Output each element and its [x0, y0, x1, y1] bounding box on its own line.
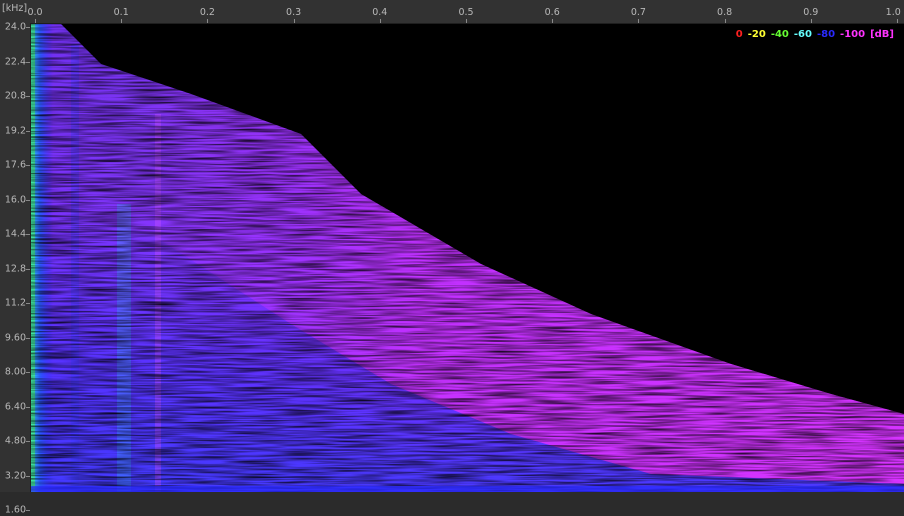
spectrogram-plot[interactable]: 0 -20 -40 -60 -80 -100 [dB]	[31, 24, 904, 492]
frequency-tick-mark	[26, 303, 30, 304]
frequency-tick-label: 24.0	[4, 21, 26, 33]
time-tick-label: 0.4	[372, 7, 388, 18]
frequency-tick-label: 20.8	[4, 90, 26, 102]
time-tick-label: 0.8	[717, 7, 733, 18]
frequency-tick-label: 4.80	[4, 435, 26, 447]
frequency-tick-label: 16.0	[4, 194, 26, 205]
frequency-tick-label: 14.4	[4, 228, 26, 240]
legend-entry: -20	[747, 29, 766, 40]
frequency-tick-label: 12.8	[4, 263, 26, 274]
frequency-tick-mark	[26, 234, 30, 235]
frequency-tick-mark	[26, 268, 30, 270]
time-tick-label: 0.2	[199, 7, 215, 18]
frequency-tick-label: 22.4	[4, 56, 26, 67]
time-tick-label: 0.7	[630, 7, 646, 18]
frequency-tick-label: 19.2	[4, 125, 26, 136]
time-tick-label: 0.1	[113, 7, 129, 18]
frequency-tick-mark	[26, 165, 30, 166]
legend-entry: [dB]	[870, 29, 894, 40]
legend-entry: -60	[793, 29, 812, 40]
spectrogram-view: [kHz] 24.0 22.4 20.8 19.2 17.6 16.0 14.4 12.8 11…	[0, 0, 904, 516]
frequency-tick-mark	[26, 199, 30, 201]
legend-entry: -80	[816, 29, 836, 40]
frequency-tick-label: 6.40	[4, 401, 26, 412]
time-tick-mark	[552, 19, 554, 23]
legend-entry: 0	[735, 29, 743, 40]
legend-entry: -100	[840, 29, 866, 40]
frequency-tick-mark	[26, 475, 30, 477]
time-tick-label: 0.6	[544, 7, 560, 18]
frequency-tick-label: 9.60	[4, 332, 26, 343]
frequency-tick-label: 8.00	[4, 366, 26, 378]
time-tick-mark	[379, 19, 381, 23]
time-tick-mark	[897, 19, 898, 23]
db-legend: 0 -20 -40 -60 -80 -100 [dB]	[731, 29, 894, 40]
time-tick-mark	[810, 19, 812, 23]
frequency-tick-mark	[26, 406, 30, 408]
time-tick-mark	[35, 19, 36, 23]
frequency-tick-mark	[26, 27, 30, 28]
time-axis: 0.0 0.1 0.2 0.3 0.4 0.5 0.6 0.7 0.8 0.9 1.0	[27, 0, 904, 24]
time-tick-mark	[207, 19, 209, 23]
frequency-tick-mark	[26, 510, 30, 511]
time-tick-label: 0.3	[286, 7, 302, 18]
frequency-tick-mark	[26, 441, 30, 442]
spectrogram-image	[31, 24, 904, 492]
time-tick-mark	[121, 19, 123, 23]
frequency-tick-label: 3.20	[4, 470, 26, 481]
frequency-axis: [kHz] 24.0 22.4 20.8 19.2 17.6 16.0 14.4 12.8 11…	[0, 0, 31, 516]
time-tick-label: 1.0	[885, 7, 901, 18]
time-tick-label: 0.0	[27, 7, 43, 18]
time-tick-label: 0.9	[803, 7, 819, 18]
time-tick-mark	[724, 19, 726, 23]
frequency-tick-mark	[26, 372, 30, 373]
frequency-tick-label: 17.6	[4, 159, 26, 171]
time-tick-label: 0.5	[458, 7, 474, 18]
frequency-tick-mark	[26, 61, 30, 63]
time-tick-mark	[293, 19, 295, 23]
frequency-tick-mark	[26, 337, 30, 339]
frequency-tick-mark	[26, 96, 30, 97]
frequency-unit-label: [kHz]	[2, 3, 28, 14]
time-tick-mark	[466, 19, 467, 23]
time-tick-mark	[638, 19, 640, 23]
legend-entry: -40	[770, 29, 789, 40]
frequency-tick-label: 11.2	[4, 297, 26, 309]
frequency-tick-mark	[26, 130, 30, 132]
frequency-tick-label: 1.60	[4, 504, 26, 516]
